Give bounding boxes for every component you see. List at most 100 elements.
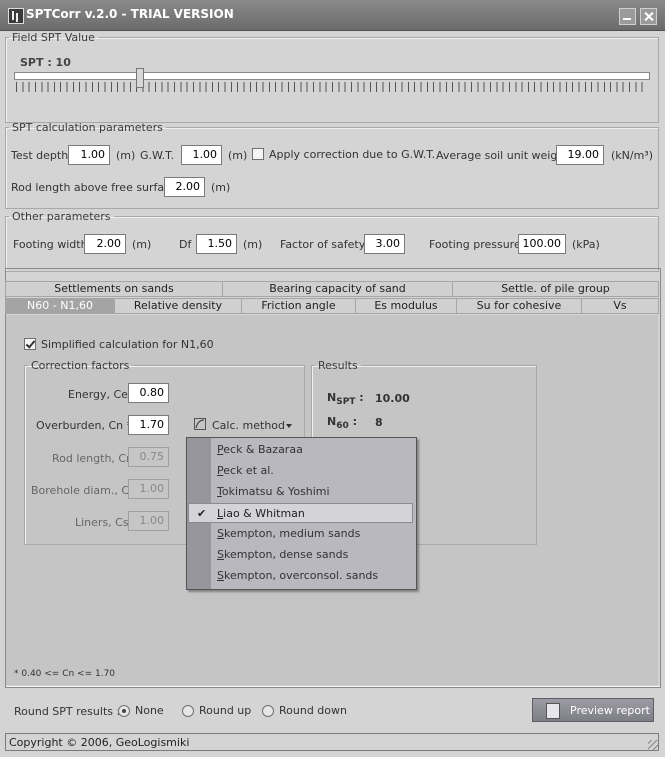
tab-relative-density[interactable]: Relative density [114,298,242,314]
nspt-colon: : [359,391,364,404]
tab-es-modulus[interactable]: Es modulus [355,298,457,314]
round-up-radio[interactable] [182,705,194,717]
round-down-radio[interactable] [262,705,274,717]
borehole-input[interactable]: 1.00 [128,479,169,499]
test-depth-label: Test depth [11,149,69,162]
cn-footnote: * 0.40 <= Cn <= 1.70 [14,669,116,679]
menu-item-label: Peck & Bazaraa [217,443,303,456]
status-bar: Copyright © 2006, GeoLogismiki [5,733,659,751]
tab-friction-angle[interactable]: Friction angle [241,298,356,314]
rod-cr-input[interactable]: 0.75 [128,447,169,467]
borehole-label: Borehole diam., Cb [31,484,136,497]
test-depth-input[interactable]: 1.00 [68,145,110,165]
results-legend: Results [318,359,358,372]
tab-settlements-sands[interactable]: Settlements on sands [5,281,223,297]
df-input[interactable]: 1.50 [196,234,237,254]
menu-item-label: Skempton, medium sands [217,527,361,540]
fos-label: Factor of safety [280,238,366,251]
round-none-label[interactable]: None [135,704,164,717]
menu-item-liao-whitman[interactable]: ✔ Liao & Whitman [188,503,413,523]
n60-sub: 60 [336,421,349,432]
simplified-checkbox[interactable] [24,338,36,350]
pressure-unit: (kPa) [572,238,600,251]
resize-grip-icon[interactable] [648,740,659,751]
gwt-input[interactable]: 1.00 [181,145,222,165]
correction-factors-legend: Correction factors [31,359,130,372]
menu-item-peck-et-al[interactable]: Peck et al. [188,461,413,481]
window-title: SPTCorr v.2.0 - TRIAL VERSION [26,7,234,21]
round-down-label[interactable]: Round down [279,704,347,717]
nspt-main: N [327,391,337,404]
rod-length-input[interactable]: 2.00 [164,177,205,197]
spt-slider-thumb[interactable] [136,68,144,88]
rod-length-label: Rod length above free surface [11,181,177,194]
report-icon [546,703,560,719]
tab-vs[interactable]: Vs [581,298,659,314]
spt-slider-ticks [16,82,648,92]
spt-params-legend: SPT calculation parameters [12,121,163,134]
spt-params-group: SPT calculation parameters [5,121,659,209]
overburden-input[interactable]: 1.70 [128,415,169,435]
nspt-result-value: 10.00 [375,392,410,405]
apply-gwt-checkbox[interactable] [252,148,264,160]
round-label: Round SPT results : [14,705,121,718]
simplified-label[interactable]: Simplified calculation for N1,60 [41,338,214,351]
title-bar: SPTCorr v.2.0 - TRIAL VERSION [0,0,665,31]
menu-item-tokimatsu-yoshimi[interactable]: Tokimatsu & Yoshimi [188,482,413,502]
energy-input[interactable]: 0.80 [128,383,169,403]
chevron-down-icon[interactable] [286,424,292,428]
gwt-label: G.W.T. [140,149,175,162]
preview-report-button[interactable]: Preview report [532,698,654,722]
spt-value-label: SPT : 10 [20,56,71,69]
preview-report-label: Preview report [570,704,650,717]
pressure-input[interactable]: 100.00 [518,234,566,254]
spt-slider-track[interactable] [14,72,650,80]
footing-width-label: Footing width [13,238,88,251]
overburden-label: Overburden, Cn * [36,419,133,432]
tab-su-cohesive[interactable]: Su for cohesive [456,298,582,314]
df-label: Df [179,238,192,251]
unit-weight-input[interactable]: 19.00 [556,145,604,165]
minimize-icon[interactable] [619,8,636,25]
nspt-sub: SPT [336,397,356,408]
menu-item-label: Liao & Whitman [217,507,305,520]
footing-width-input[interactable]: 2.00 [84,234,126,254]
copyright-text: Copyright © 2006, GeoLogismiki [9,736,190,749]
round-up-label[interactable]: Round up [199,704,251,717]
tab-bearing-capacity[interactable]: Bearing capacity of sand [222,281,453,297]
calc-method-icon[interactable] [194,418,206,430]
calc-method-menu: Peck & Bazaraa Peck et al. Tokimatsu & Y… [186,437,417,590]
nspt-result-label: NSPT : [327,391,364,407]
test-depth-unit: (m) [116,149,136,162]
unit-weight-label: Average soil unit weight [436,149,569,162]
liners-label: Liners, Cs [75,516,129,529]
menu-item-peck-bazaraa[interactable]: Peck & Bazaraa [188,440,413,460]
tab-settle-pile-group[interactable]: Settle. of pile group [452,281,659,297]
menu-item-label: Skempton, overconsol. sands [217,569,379,582]
calc-method-button[interactable]: Calc. method [212,419,285,432]
tab-n60[interactable]: N60 - N1,60 [5,298,115,314]
round-none-radio[interactable] [118,705,130,717]
n60-result-value: 8 [375,416,383,429]
app-icon [8,8,24,24]
n60-colon: : [352,415,357,428]
menu-item-label: Tokimatsu & Yoshimi [217,485,330,498]
n60-main: N [327,415,337,428]
check-icon: ✔ [197,507,207,520]
rod-cr-label: Rod length, Cr [52,452,131,465]
liners-input[interactable]: 1.00 [128,511,169,531]
menu-item-label: Skempton, dense sands [217,548,349,561]
field-spt-legend: Field SPT Value [12,31,95,44]
apply-gwt-label[interactable]: Apply correction due to G.W.T. [269,148,435,161]
close-icon[interactable] [640,8,657,25]
gwt-unit: (m) [228,149,248,162]
energy-label: Energy, Ce [68,388,128,401]
menu-item-skempton-overconsol[interactable]: Skempton, overconsol. sands [188,566,413,586]
menu-item-skempton-dense[interactable]: Skempton, dense sands [188,545,413,565]
df-unit: (m) [243,238,263,251]
other-params-legend: Other parameters [12,210,111,223]
fos-input[interactable]: 3.00 [364,234,405,254]
pressure-label: Footing pressure [429,238,521,251]
menu-item-label: Peck et al. [217,464,274,477]
menu-item-skempton-medium[interactable]: Skempton, medium sands [188,524,413,544]
